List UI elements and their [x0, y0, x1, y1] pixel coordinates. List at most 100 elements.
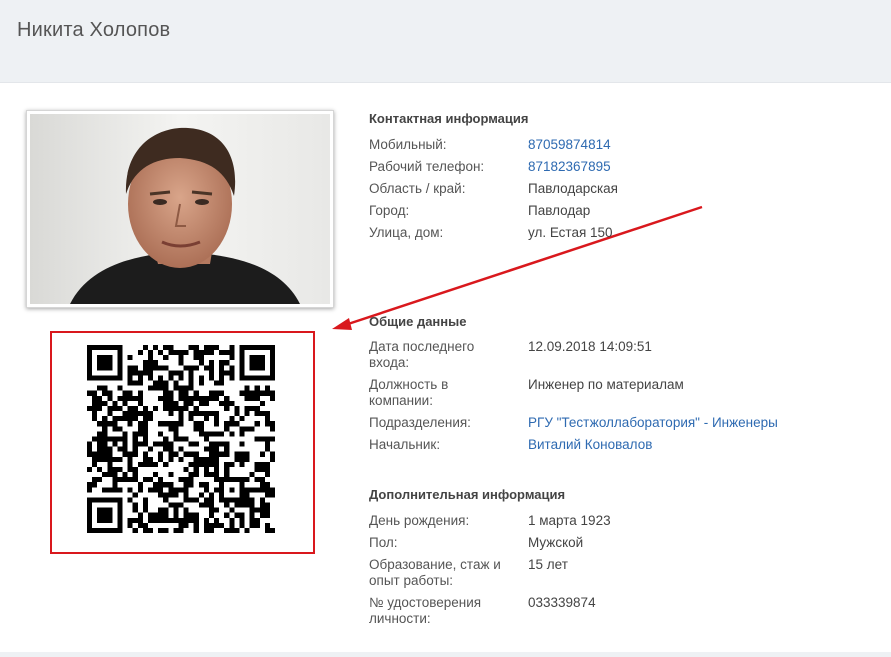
qr-module [193, 421, 199, 427]
qr-module [219, 375, 225, 381]
qr-module [203, 411, 209, 417]
qr-module [259, 482, 265, 488]
qr-module [234, 421, 240, 427]
qr-module [264, 492, 270, 498]
qr-module [203, 350, 209, 356]
qr-module [244, 451, 250, 457]
qr-module [153, 517, 159, 523]
qr-module [87, 451, 93, 457]
qr-module [102, 431, 108, 437]
qr-module [112, 426, 118, 432]
qr-module [158, 375, 164, 381]
qr-module [178, 395, 184, 401]
qr-module [92, 456, 98, 462]
qr-module [183, 517, 189, 523]
qr-module [183, 482, 189, 488]
qr-module [142, 441, 148, 447]
qr-module [168, 395, 174, 401]
qr-module [224, 527, 230, 533]
qr-module [173, 527, 179, 533]
qr-module [122, 451, 128, 457]
qr-module [97, 512, 103, 518]
qr-module [137, 380, 143, 386]
qr-module [239, 431, 245, 437]
mobile-phone-link[interactable]: 87059874814 [528, 137, 611, 153]
qr-module [173, 487, 179, 493]
qr-module [203, 517, 209, 523]
qr-module [147, 365, 154, 371]
qr-module [269, 436, 275, 442]
qr-module [224, 400, 230, 406]
qr-module [87, 466, 93, 473]
qr-module [97, 375, 103, 381]
qr-module [107, 451, 113, 457]
qr-module [269, 492, 275, 498]
qr-module [117, 360, 123, 366]
qr-module [244, 411, 250, 417]
qr-module [193, 461, 199, 467]
qr-module [137, 411, 143, 417]
qr-module [163, 395, 169, 401]
qr-module [102, 507, 108, 513]
qr-module [92, 411, 98, 417]
qr-module [269, 355, 275, 361]
qr-module [208, 456, 215, 462]
qr-module [188, 482, 194, 488]
qr-module [117, 487, 123, 493]
qr-module [188, 345, 194, 351]
qr-module [122, 477, 128, 483]
qr-module [219, 487, 225, 493]
qr-module [198, 502, 204, 508]
region-label: Область / край: [369, 181, 466, 196]
qr-module [92, 461, 98, 467]
qr-module [239, 477, 245, 483]
qr-module [219, 451, 225, 457]
department-link[interactable]: РГУ "Тестжоллаборатория" - Инженеры [528, 415, 778, 431]
qr-module [163, 436, 169, 442]
qr-module [147, 411, 154, 417]
qr-module [107, 472, 113, 478]
general-section-title: Общие данные [369, 314, 467, 329]
qr-module [198, 350, 204, 356]
id-card-label: № удостоверения личности: [369, 595, 482, 626]
qr-module [173, 421, 179, 427]
qr-module [193, 472, 199, 478]
qr-module [214, 441, 220, 447]
qr-module [203, 416, 209, 422]
qr-module [102, 365, 108, 371]
qr-module [137, 441, 143, 447]
work-phone-link[interactable]: 87182367895 [528, 159, 611, 175]
qr-module [173, 426, 179, 432]
qr-module [239, 426, 245, 432]
qr-module [264, 411, 270, 417]
qr-module [137, 512, 143, 518]
qr-module [132, 380, 138, 386]
qr-module [102, 375, 108, 381]
qr-module [244, 487, 250, 493]
qr-module [259, 411, 265, 417]
qr-module [259, 507, 265, 513]
work-phone-label: Рабочий телефон: [369, 159, 485, 174]
qr-module [234, 451, 240, 457]
qr-module [254, 522, 260, 528]
qr-module [158, 395, 164, 401]
qr-module [259, 400, 265, 406]
qr-module [224, 395, 230, 401]
qr-module [102, 517, 108, 523]
qr-module [264, 507, 270, 513]
qr-module [142, 451, 148, 457]
qr-module [147, 512, 154, 518]
qr-module [132, 507, 138, 513]
qr-module [208, 360, 215, 366]
qr-module [264, 512, 270, 518]
qr-module [229, 421, 235, 427]
qr-module [112, 477, 118, 483]
manager-link[interactable]: Виталий Коновалов [528, 437, 652, 453]
qr-module [107, 355, 113, 361]
qr-module [137, 421, 143, 427]
qr-module [178, 517, 184, 523]
qr-module [259, 451, 265, 457]
qr-module [92, 436, 98, 442]
qr-module [203, 461, 209, 467]
qr-module [193, 365, 199, 371]
